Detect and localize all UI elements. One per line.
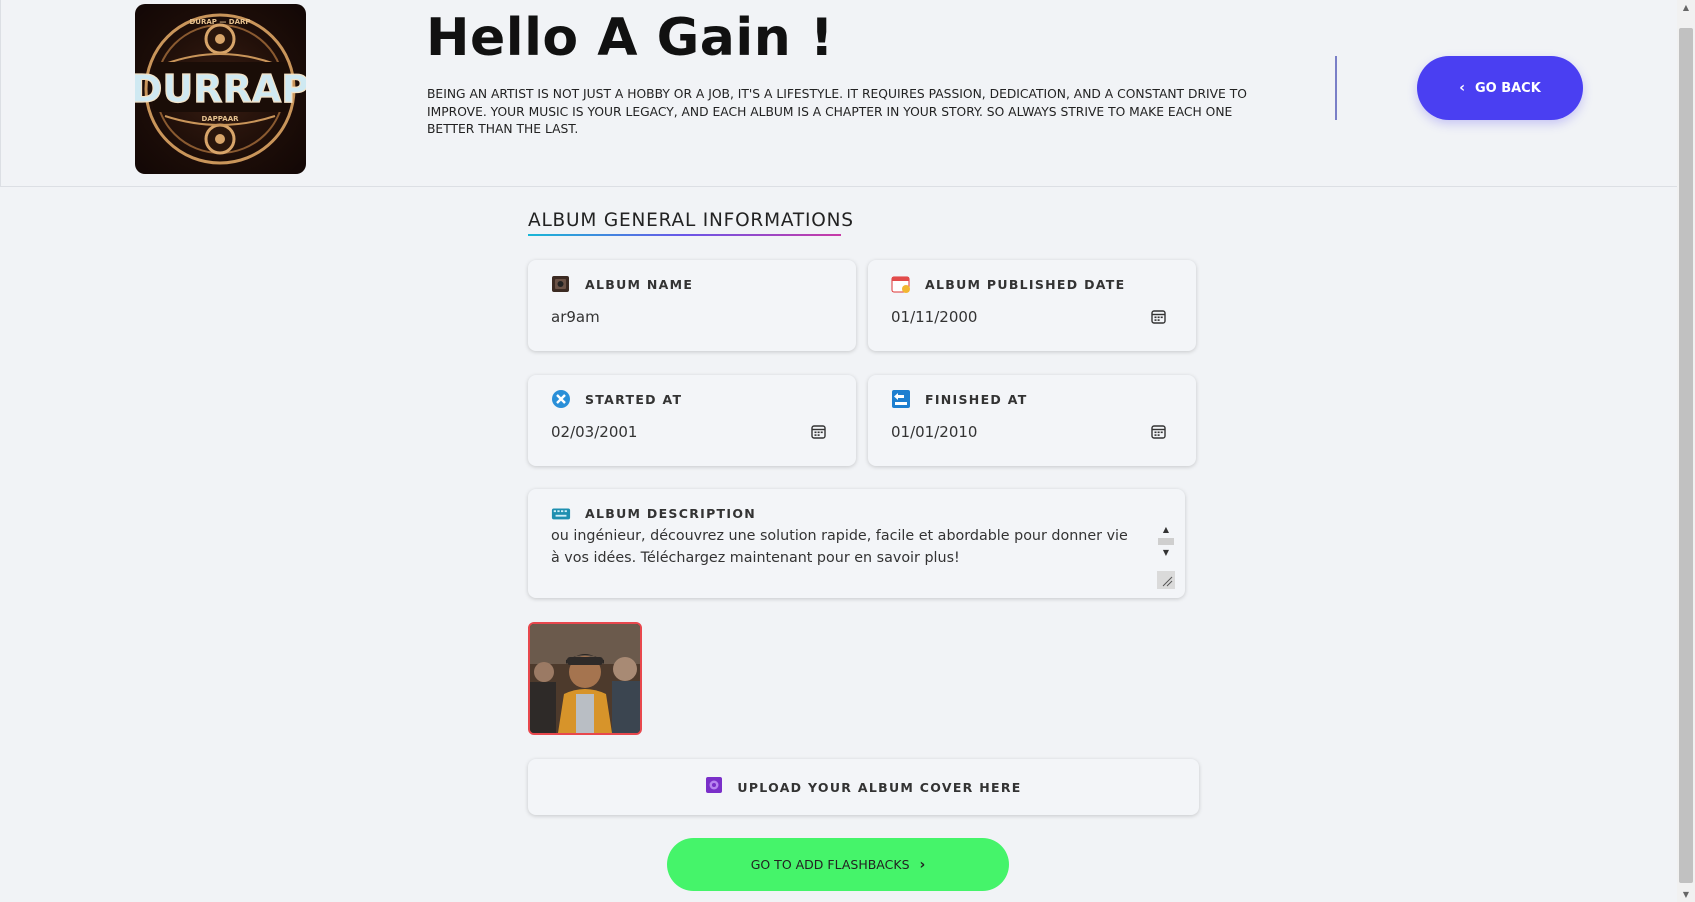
album-icon bbox=[551, 274, 571, 294]
album-name-input[interactable]: ar9am bbox=[551, 308, 600, 326]
page-title: Hello A Gain ! bbox=[426, 8, 835, 68]
finished-at-label: FINISHED AT bbox=[925, 392, 1028, 407]
go-to-flashbacks-label: GO TO ADD FLASHBACKS bbox=[750, 857, 910, 872]
chevron-left-icon: ‹ bbox=[1459, 80, 1465, 96]
scroll-up-icon[interactable]: ▲ bbox=[1157, 525, 1175, 535]
album-description-field[interactable]: ALBUM DESCRIPTION ou ingénieur, découvre… bbox=[528, 489, 1185, 598]
album-description-textarea[interactable]: ou ingénieur, découvrez une solution rap… bbox=[551, 526, 1141, 569]
start-icon bbox=[551, 389, 571, 409]
page-scroll-thumb[interactable] bbox=[1679, 28, 1693, 883]
header-divider bbox=[1335, 56, 1337, 120]
album-name-field[interactable]: ALBUM NAME ar9am bbox=[528, 260, 856, 351]
started-at-field[interactable]: STARTED AT 02/03/2001 bbox=[528, 375, 856, 466]
svg-text:DURAP — DARP: DURAP — DARP bbox=[189, 18, 250, 26]
finished-at-input[interactable]: 01/01/2010 bbox=[891, 423, 977, 441]
scroll-down-icon[interactable]: ▼ bbox=[1157, 548, 1175, 558]
calendar-icon bbox=[891, 274, 911, 294]
started-at-input[interactable]: 02/03/2001 bbox=[551, 423, 637, 441]
scroll-down-icon[interactable]: ▼ bbox=[1677, 890, 1695, 899]
section-title: ALBUM GENERAL INFORMATIONS bbox=[528, 210, 854, 231]
date-picker-icon[interactable] bbox=[811, 424, 826, 439]
keyboard-icon bbox=[551, 503, 571, 523]
started-at-label: STARTED AT bbox=[585, 392, 683, 407]
resize-handle-icon[interactable] bbox=[1157, 571, 1175, 589]
finished-at-field[interactable]: FINISHED AT 01/01/2010 bbox=[868, 375, 1196, 466]
go-to-flashbacks-button[interactable]: GO TO ADD FLASHBACKS › bbox=[667, 838, 1009, 891]
logo-wordmark: DURRAP bbox=[135, 67, 306, 111]
upload-label: UPLOAD YOUR ALBUM COVER HERE bbox=[737, 779, 1022, 795]
page-scrollbar[interactable]: ▲ ▼ bbox=[1677, 0, 1695, 902]
page-header: DURRAP DURAP — DARP DAPPAAR Hello A Gain… bbox=[0, 0, 1677, 187]
go-back-button[interactable]: ‹ GO BACK bbox=[1417, 56, 1583, 120]
date-picker-icon[interactable] bbox=[1151, 309, 1166, 324]
brand-logo: DURRAP DURAP — DARP DAPPAAR bbox=[135, 4, 306, 174]
upload-cover-button[interactable]: UPLOAD YOUR ALBUM COVER HERE bbox=[528, 759, 1199, 815]
album-name-label: ALBUM NAME bbox=[585, 277, 694, 292]
published-date-label: ALBUM PUBLISHED DATE bbox=[925, 277, 1126, 292]
intro-text: BEING AN ARTIST IS NOT JUST A HOBBY OR A… bbox=[427, 87, 1247, 136]
scroll-thumb[interactable] bbox=[1158, 538, 1174, 545]
scroll-up-icon[interactable]: ▲ bbox=[1677, 3, 1695, 12]
upload-icon bbox=[705, 776, 723, 798]
album-published-date-field[interactable]: ALBUM PUBLISHED DATE 01/11/2000 bbox=[868, 260, 1196, 351]
go-back-label: GO BACK bbox=[1474, 80, 1541, 96]
album-description-label: ALBUM DESCRIPTION bbox=[585, 506, 757, 521]
album-cover-preview[interactable] bbox=[528, 622, 642, 735]
textarea-scrollbar[interactable]: ▲ ▼ bbox=[1157, 525, 1175, 589]
date-picker-icon[interactable] bbox=[1151, 424, 1166, 439]
chevron-right-icon: › bbox=[919, 856, 926, 873]
published-date-input[interactable]: 01/11/2000 bbox=[891, 308, 977, 326]
svg-text:DAPPAAR: DAPPAAR bbox=[201, 115, 239, 123]
section-underline bbox=[528, 234, 841, 236]
end-icon bbox=[891, 389, 911, 409]
